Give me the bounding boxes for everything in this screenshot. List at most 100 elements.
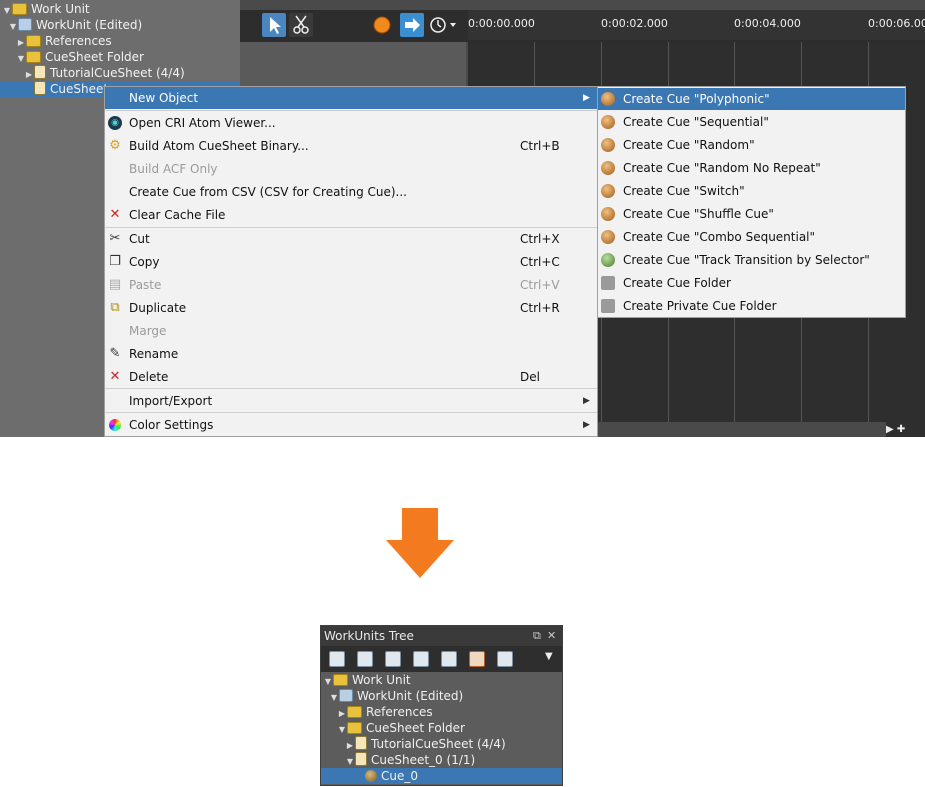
tree-item-workunit-edited[interactable]: ▼ WorkUnit (Edited) (321, 688, 570, 704)
menu-item-create-cue-folder[interactable]: Create Cue Folder (598, 272, 905, 294)
submenu-arrow-icon: ▶ (583, 420, 590, 430)
folder-open-icon (26, 51, 41, 63)
cue-track-transition-icon (601, 253, 615, 267)
tree-item-work-unit[interactable]: ▼ Work Unit (0, 1, 90, 17)
ruler-label: 0:00:02.000 (601, 17, 668, 30)
tree-item-label: WorkUnit (Edited) (36, 18, 143, 32)
tree-item-workunit-edited[interactable]: ▼ WorkUnit (Edited) (0, 17, 142, 33)
menu-item-delete[interactable]: ✕ Delete Del (105, 366, 597, 388)
submenu-arrow-icon: ▶ (583, 93, 590, 103)
tree-item-tutorial-cuesheet[interactable]: ▶ TutorialCueSheet (4/4) (0, 65, 185, 81)
menu-item-create-private-cue-folder[interactable]: Create Private Cue Folder (598, 295, 905, 317)
clock-dropdown-icon[interactable] (428, 13, 456, 37)
tree-item-label: TutorialCueSheet (4/4) (50, 66, 185, 80)
pin-icon[interactable]: ⧉ (533, 626, 541, 646)
tree-item-tutorial-cuesheet[interactable]: ▶ TutorialCueSheet (4/4) (321, 736, 586, 752)
ruler-label: 0:00:04.000 (734, 17, 801, 30)
new-object-submenu: Create Cue "Polyphonic" Create Cue "Sequ… (597, 86, 906, 318)
new-workunit-icon[interactable] (385, 651, 401, 667)
menu-item-create-cue-from-csv[interactable]: Create Cue from CSV (CSV for Creating Cu… (105, 181, 597, 203)
tree-item-cue-0[interactable]: Cue_0 (321, 768, 562, 784)
folder-icon (26, 35, 41, 47)
build-sheet-icon[interactable] (469, 651, 485, 667)
tree-item-label: References (45, 34, 112, 48)
time-ruler: 0:00:00.000 0:00:02.000 0:00:04.000 0:00… (468, 10, 925, 40)
tree-item-label: CueSheet Folder (45, 50, 144, 64)
down-arrow-icon (402, 508, 438, 540)
folder-icon (347, 706, 362, 718)
new-cuesheet-icon[interactable] (329, 651, 345, 667)
pencil-icon: ✎ (109, 346, 121, 361)
menu-item-copy[interactable]: ❐ Copy Ctrl+C (105, 251, 597, 273)
menu-item-paste: ▤ Paste Ctrl+V (108, 277, 560, 293)
scissors-tool-icon[interactable] (289, 13, 313, 37)
ruler-label: 0:00:00.000 (468, 17, 535, 30)
menu-item-create-cue-switch[interactable]: Create Cue "Switch" (598, 180, 905, 202)
menu-item-create-cue-combo-sequential[interactable]: Create Cue "Combo Sequential" (598, 226, 905, 248)
toolbar-dropdown-icon[interactable]: ▼ (545, 651, 553, 662)
menu-item-create-cue-random[interactable]: Create Cue "Random" (598, 134, 905, 156)
new-cuesheet-folder-icon[interactable] (357, 651, 373, 667)
record-icon[interactable] (370, 13, 394, 37)
duplicate-icon: ⧉ (110, 300, 120, 315)
workunits-tree-panel: WorkUnits Tree ⧉ ✕ ▼ ▼ Work Unit ▼ WorkUni… (320, 625, 563, 786)
atom-viewer-icon: ◉ (108, 116, 122, 130)
tree-item-cuesheet-folder[interactable]: ▼ CueSheet Folder (0, 49, 144, 65)
ruler-label: 0:00:06.000 (868, 17, 925, 30)
cue-random-no-repeat-icon (601, 161, 615, 175)
cue-random-icon (601, 138, 615, 152)
cue-combo-sequential-icon (601, 230, 615, 244)
tree-item-references[interactable]: ▶ References (321, 704, 578, 720)
cue-polyphonic-icon (601, 92, 615, 106)
cuesheet-icon (355, 752, 367, 766)
cue-shuffle-icon (601, 207, 615, 221)
workunit-icon (339, 689, 353, 702)
red-x-icon: ✕ (109, 207, 121, 222)
pointer-tool-icon[interactable] (262, 13, 286, 37)
menu-item-create-cue-shuffle[interactable]: Create Cue "Shuffle Cue" (598, 203, 905, 225)
copy-icon: ❐ (109, 254, 121, 269)
scroll-right-button[interactable]: ▶ ✚ (886, 422, 925, 437)
panel-title-bar: WorkUnits Tree ⧉ ✕ (321, 626, 562, 646)
menu-item-duplicate[interactable]: ⧉ Duplicate Ctrl+R (105, 297, 597, 319)
menu-item-build-acf-only: Build ACF Only (129, 162, 218, 176)
menu-item-create-cue-random-no-repeat[interactable]: Create Cue "Random No Repeat" (598, 157, 905, 179)
menu-item-cut[interactable]: ✂ Cut Ctrl+X (105, 228, 597, 250)
import-icon[interactable] (497, 651, 513, 667)
context-menu: New Object ▶ ◉ Open CRI Atom Viewer... ⚙… (104, 86, 598, 437)
cue-folder-icon (601, 276, 615, 290)
menu-item-import-export[interactable]: Import/Export ▶ (105, 390, 597, 412)
workunit-icon (18, 18, 32, 31)
menu-item-create-cue-polyphonic[interactable]: Create Cue "Polyphonic" (598, 88, 905, 110)
folder-open-icon (347, 722, 362, 734)
cuesheet-icon (34, 65, 46, 79)
folder-open-icon (12, 3, 27, 15)
new-cue-icon[interactable] (413, 651, 429, 667)
private-cue-folder-icon (601, 299, 615, 313)
close-icon[interactable]: ✕ (547, 626, 556, 646)
tree-item-label: CueSheet (50, 82, 109, 96)
new-material-icon[interactable] (441, 651, 457, 667)
tree-item-cuesheet-folder[interactable]: ▼ CueSheet Folder (321, 720, 578, 736)
menu-item-color-settings[interactable]: Color Settings ▶ (105, 414, 597, 436)
menu-item-create-cue-sequential[interactable]: Create Cue "Sequential" (598, 111, 905, 133)
menu-item-build-cuesheet-binary[interactable]: ⚙ Build Atom CueSheet Binary... Ctrl+B (105, 135, 597, 157)
menu-item-open-atom-viewer[interactable]: ◉ Open CRI Atom Viewer... (105, 112, 597, 134)
menu-separator (105, 412, 597, 413)
tree-item-work-unit[interactable]: ▼ Work Unit (321, 672, 564, 688)
menu-item-new-object[interactable]: New Object ▶ (105, 87, 597, 109)
tree-item-cuesheet-0[interactable]: ▼ CueSheet_0 (1/1) (321, 752, 586, 768)
folder-open-icon (333, 674, 348, 686)
submenu-arrow-icon: ▶ (583, 396, 590, 406)
tree-item-label: Work Unit (31, 2, 90, 16)
menu-item-create-cue-track-transition[interactable]: Create Cue "Track Transition by Selector… (598, 249, 905, 271)
menu-item-rename[interactable]: ✎ Rename (105, 343, 597, 365)
build-icon: ⚙ (109, 138, 121, 153)
menu-item-clear-cache-file[interactable]: ✕ Clear Cache File (105, 204, 597, 226)
panel-toolbar: ▼ (321, 646, 562, 672)
paste-icon: ▤ (108, 277, 122, 292)
cuesheet-icon (355, 736, 367, 750)
scissors-icon: ✂ (109, 231, 121, 246)
goto-icon[interactable] (400, 13, 424, 37)
tree-item-references[interactable]: ▶ References (0, 33, 112, 49)
